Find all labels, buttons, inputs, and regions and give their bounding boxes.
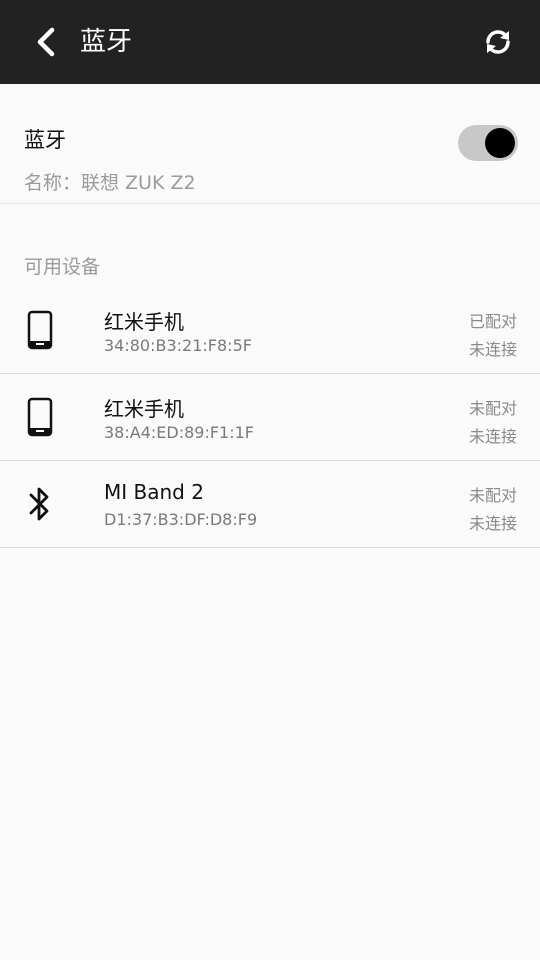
device-mac: 38:A4:ED:89:F1:1F (104, 423, 254, 442)
available-devices-header: 可用设备 (24, 256, 101, 278)
phone-icon (24, 309, 56, 351)
page-title: 蓝牙 (80, 27, 133, 57)
device-list: 红米手机 34:80:B3:21:F8:5F 已配对 未连接 红米手机 38:A… (0, 287, 540, 548)
bluetooth-icon (24, 483, 56, 525)
device-row[interactable]: MI Band 2 D1:37:B3:DF:D8:F9 未配对 未连接 (0, 461, 540, 548)
toggle-knob (485, 128, 515, 158)
device-row[interactable]: 红米手机 38:A4:ED:89:F1:1F 未配对 未连接 (0, 374, 540, 461)
pair-status: 未配对 (468, 399, 517, 418)
connection-status: 未连接 (468, 514, 517, 533)
pair-status: 已配对 (468, 312, 517, 331)
device-mac: D1:37:B3:DF:D8:F9 (104, 510, 258, 529)
bluetooth-label: 蓝牙 (24, 128, 66, 152)
pair-status: 未配对 (468, 486, 517, 505)
refresh-icon (486, 30, 510, 54)
bluetooth-toggle[interactable] (458, 125, 518, 161)
connection-status: 未连接 (468, 427, 517, 446)
connection-status: 未连接 (468, 340, 517, 359)
bluetooth-settings-screen: 蓝牙 蓝牙 名称：联想 ZUK Z2 可用设备 红米手机 34:80:B3:21… (0, 0, 540, 960)
device-mac: 34:80:B3:21:F8:5F (104, 336, 252, 355)
device-name: 红米手机 (104, 310, 184, 334)
refresh-button[interactable] (478, 22, 518, 62)
bluetooth-toggle-row: 蓝牙 名称：联想 ZUK Z2 (0, 84, 540, 204)
back-button[interactable] (26, 22, 66, 62)
device-row[interactable]: 红米手机 34:80:B3:21:F8:5F 已配对 未连接 (0, 287, 540, 374)
phone-icon (24, 396, 56, 438)
chevron-left-icon (37, 27, 55, 57)
device-name: 红米手机 (104, 397, 184, 421)
device-name-label: 名称：联想 ZUK Z2 (24, 172, 196, 194)
top-bar: 蓝牙 (0, 0, 540, 84)
device-name: MI Band 2 (104, 480, 204, 504)
